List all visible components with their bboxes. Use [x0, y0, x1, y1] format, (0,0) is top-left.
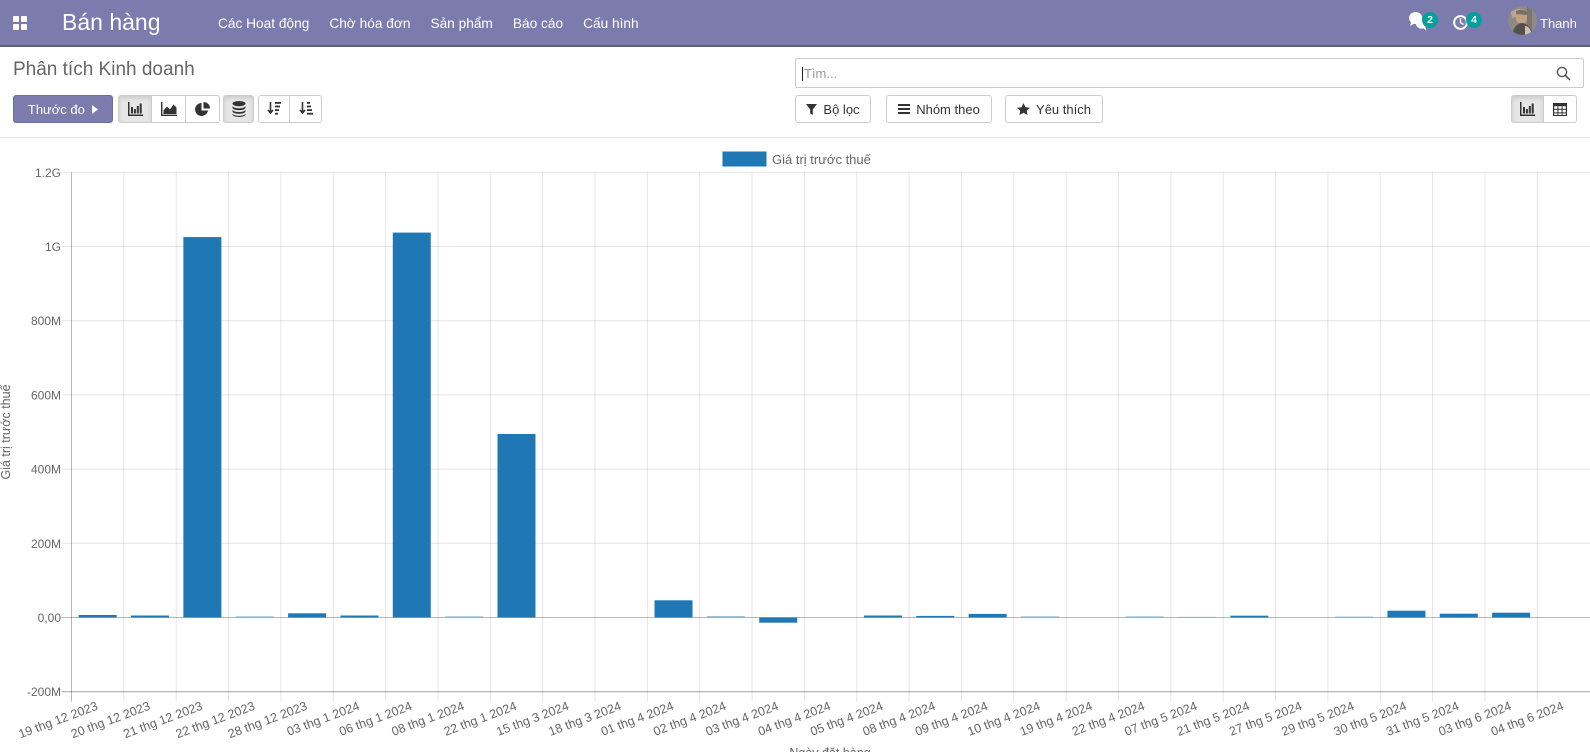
svg-text:400M: 400M	[31, 463, 61, 477]
svg-text:-200M: -200M	[27, 685, 61, 699]
svg-text:800M: 800M	[31, 314, 61, 328]
svg-text:Ngày đặt hàng: Ngày đặt hàng	[789, 746, 870, 752]
svg-text:600M: 600M	[31, 388, 61, 402]
svg-text:1G: 1G	[45, 240, 61, 254]
svg-text:200M: 200M	[31, 537, 61, 551]
svg-text:Giá trị trước thuế: Giá trị trước thuế	[772, 152, 872, 167]
svg-text:1.2G: 1.2G	[35, 166, 61, 180]
svg-text:Giá trị trước thuế: Giá trị trước thuế	[0, 384, 13, 479]
svg-text:0,00: 0,00	[38, 611, 62, 625]
